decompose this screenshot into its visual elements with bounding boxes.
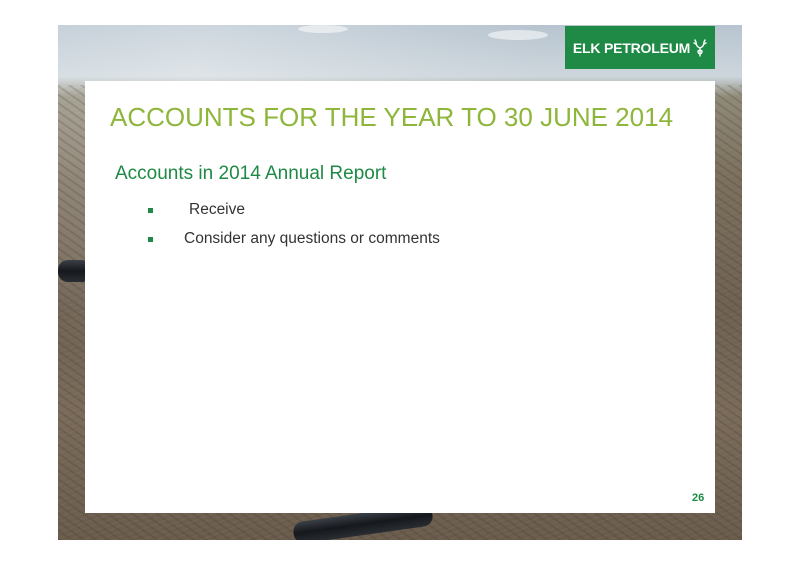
logo-text: ELK PETROLEUM — [572, 39, 691, 56]
elk-antler-icon — [693, 38, 707, 57]
square-bullet-icon — [148, 236, 153, 242]
square-bullet-icon — [148, 207, 153, 213]
content-panel — [85, 81, 715, 513]
cloud — [298, 25, 348, 33]
cloud — [488, 30, 548, 40]
slide-title: ACCOUNTS FOR THE YEAR TO 30 JUNE 2014 — [110, 102, 674, 132]
bullet-text: Receive — [189, 201, 245, 218]
bullet-item: Receive — [148, 201, 245, 219]
bullet-item: Consider any questions or comments — [148, 230, 440, 248]
company-logo: ELK PETROLEUM — [565, 26, 715, 69]
bullet-text: Consider any questions or comments — [184, 230, 440, 247]
page-number: 26 — [692, 492, 705, 504]
slide-subtitle: Accounts in 2014 Annual Report — [115, 163, 387, 184]
